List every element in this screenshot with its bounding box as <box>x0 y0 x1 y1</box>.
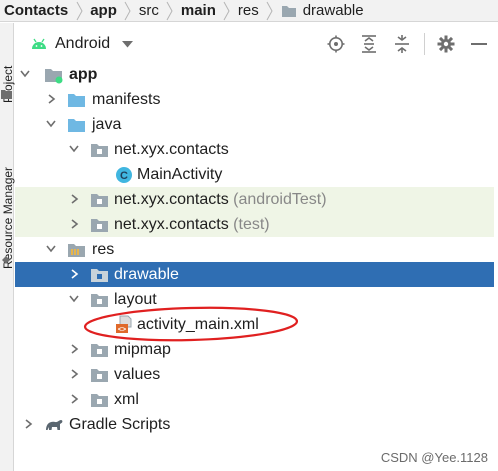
tree-row-package-android-test[interactable]: net.xyx.contacts (androidTest) <box>15 187 494 212</box>
chevron-down-icon <box>20 70 30 78</box>
hide-panel-button[interactable] <box>466 31 492 57</box>
package-icon <box>90 140 110 159</box>
gear-icon <box>437 35 455 53</box>
resource-folder-icon <box>67 240 87 259</box>
tree-row-layout[interactable]: layout <box>15 287 494 312</box>
hide-icon <box>471 43 487 45</box>
chevron-right-icon <box>71 344 79 354</box>
folder-icon <box>67 90 87 109</box>
tree-label-package-main: net.xyx.contacts <box>114 141 229 158</box>
chevron-right-icon <box>48 94 56 104</box>
class-badge-letter: C <box>120 170 128 182</box>
breadcrumb-item-src[interactable]: src <box>139 2 159 19</box>
breadcrumb-separator-icon <box>74 0 84 22</box>
gradle-icon <box>44 415 64 434</box>
folder-icon <box>90 365 110 384</box>
collapse-all-button[interactable] <box>389 31 415 57</box>
tree-row-package-main[interactable]: net.xyx.contacts <box>15 137 494 162</box>
chevron-down-icon <box>122 40 134 47</box>
project-tree: app manifests java net.xyx.contacts C Ma… <box>15 62 498 471</box>
module-folder-icon <box>44 65 64 84</box>
chevron-right-icon <box>71 219 79 229</box>
tree-label-drawable: drawable <box>114 266 179 283</box>
layout-xml-icon: <> <box>114 315 134 334</box>
folder-icon <box>67 115 87 134</box>
folder-icon <box>90 340 110 359</box>
tree-row-mipmap[interactable]: mipmap <box>15 337 494 362</box>
tree-row-activity-main[interactable]: <> activity_main.xml <box>15 312 494 337</box>
chevron-down-icon <box>69 145 79 153</box>
folder-icon <box>90 390 110 409</box>
tree-row-java[interactable]: java <box>15 112 494 137</box>
tree-row-xml[interactable]: xml <box>15 387 494 412</box>
android-test-suffix: (androidTest) <box>233 191 327 208</box>
tree-row-res[interactable]: res <box>15 237 494 262</box>
chevron-down-icon <box>69 295 79 303</box>
breadcrumb-item-drawable[interactable]: drawable <box>281 2 364 19</box>
project-toolbar: Android <box>15 23 498 65</box>
breadcrumb-item-app[interactable]: app <box>90 2 117 19</box>
tree-label-activity-main: activity_main.xml <box>137 316 259 333</box>
tree-label-layout: layout <box>114 291 157 308</box>
tree-label-main-activity: MainActivity <box>137 166 223 183</box>
breadcrumb-item-res[interactable]: res <box>238 2 259 19</box>
breadcrumb-separator-icon <box>123 0 133 22</box>
resource-manager-icon <box>2 256 10 264</box>
android-icon <box>32 38 46 49</box>
tree-label-package-android-test: net.xyx.contacts <box>114 191 229 208</box>
locate-icon <box>327 35 345 53</box>
breadcrumb-drawable-label: drawable <box>302 2 364 19</box>
watermark: CSDN @Yee.1128 <box>380 450 488 465</box>
tree-row-package-test[interactable]: net.xyx.contacts (test) <box>15 212 494 237</box>
folder-icon <box>90 265 110 284</box>
resource-manager-tool-tab[interactable]: Resource Manager <box>1 167 15 269</box>
tool-window-strip: Project Resource Manager <box>0 23 15 471</box>
tree-row-main-activity[interactable]: C MainActivity <box>15 162 494 187</box>
expand-all-icon <box>362 35 376 53</box>
breadcrumb: Contacts app src main res drawable <box>0 0 498 22</box>
locate-file-button[interactable] <box>323 31 349 57</box>
tree-label-manifests: manifests <box>92 91 161 108</box>
tree-label-app: app <box>69 66 98 83</box>
chevron-down-icon <box>46 120 56 128</box>
tree-row-gradle-scripts[interactable]: Gradle Scripts <box>15 412 494 437</box>
package-icon <box>90 190 110 209</box>
chevron-right-icon <box>71 194 79 204</box>
tree-label-java: java <box>92 116 122 133</box>
settings-button[interactable] <box>433 31 459 57</box>
collapse-all-icon <box>395 35 409 53</box>
folder-icon <box>90 290 110 309</box>
breadcrumb-item-main[interactable]: main <box>181 2 216 19</box>
chevron-right-icon <box>71 369 79 379</box>
xml-badge-text: <> <box>118 327 126 334</box>
tree-row-drawable[interactable]: drawable <box>15 262 494 287</box>
tree-label-mipmap: mipmap <box>114 341 171 358</box>
view-mode-dropdown[interactable]: Android <box>15 23 134 65</box>
folder-icon <box>1 90 12 99</box>
tree-row-values[interactable]: values <box>15 362 494 387</box>
chevron-down-icon <box>46 245 56 253</box>
tree-row-manifests[interactable]: manifests <box>15 87 494 112</box>
tree-label-package-test: net.xyx.contacts <box>114 216 229 233</box>
chevron-right-icon <box>71 394 79 404</box>
tree-row-app[interactable]: app <box>15 62 494 87</box>
package-icon <box>90 215 110 234</box>
breadcrumb-separator-icon <box>222 0 232 22</box>
tree-label-gradle-scripts: Gradle Scripts <box>69 416 171 433</box>
view-mode-label: Android <box>55 35 111 52</box>
tree-label-values: values <box>114 366 161 383</box>
class-icon: C <box>114 165 134 184</box>
test-suffix: (test) <box>233 216 270 233</box>
breadcrumb-item-contacts[interactable]: Contacts <box>0 2 68 19</box>
folder-icon <box>281 5 296 17</box>
breadcrumb-separator-icon <box>165 0 175 22</box>
tree-label-xml: xml <box>114 391 139 408</box>
tree-label-res: res <box>92 241 115 258</box>
breadcrumb-separator-icon <box>265 0 275 22</box>
expand-all-button[interactable] <box>356 31 382 57</box>
chevron-right-icon <box>71 269 79 279</box>
chevron-right-icon <box>25 419 33 429</box>
toolbar-divider <box>424 33 425 55</box>
